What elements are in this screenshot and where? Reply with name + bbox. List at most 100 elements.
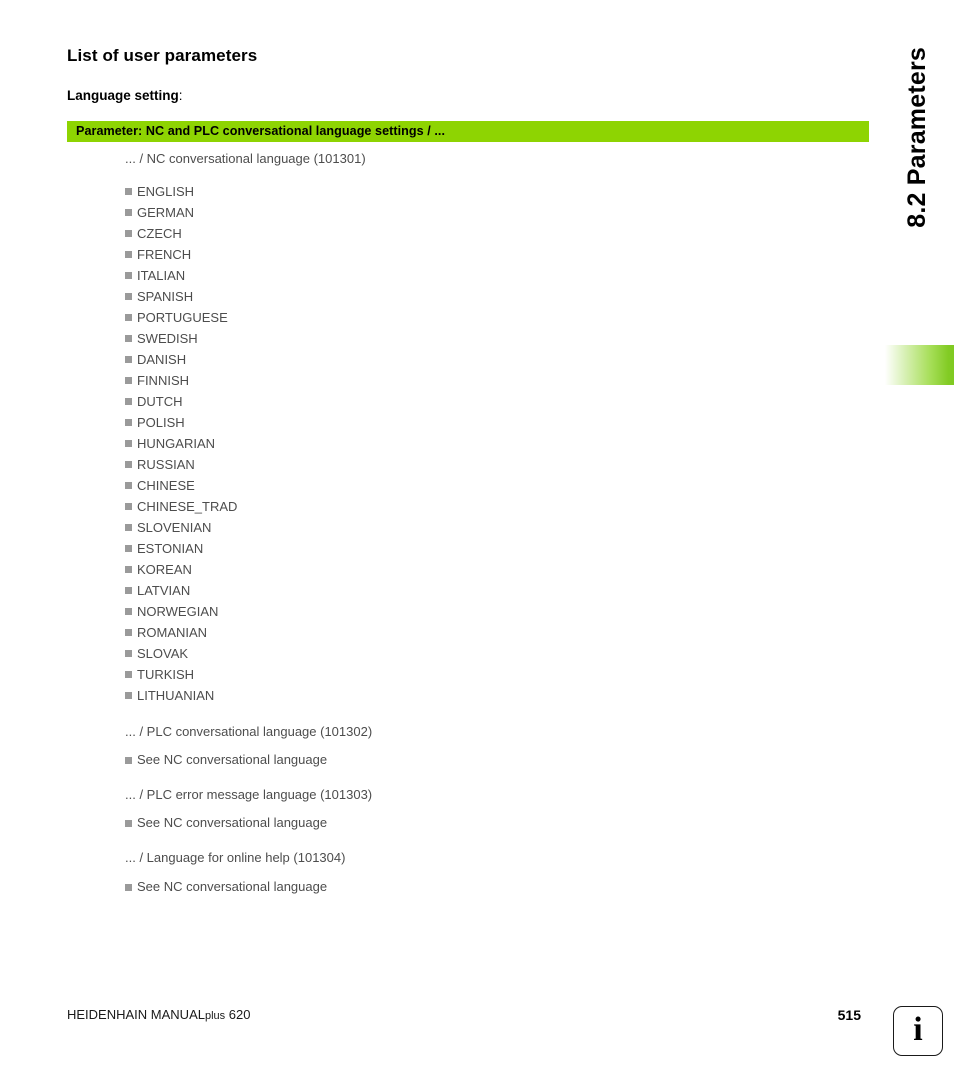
bullet-square-icon <box>125 608 132 616</box>
list-item: CHINESE <box>67 475 869 496</box>
bullet-square-icon <box>125 209 132 217</box>
bullet-square-icon <box>125 314 132 322</box>
language-label: LITHUANIAN <box>137 687 215 703</box>
subsection-heading-text: Language setting <box>67 88 179 104</box>
bullet-square-icon <box>125 482 132 490</box>
bullet-square-icon <box>125 398 132 406</box>
language-label: GERMAN <box>137 204 195 220</box>
bullet-square-icon <box>125 671 132 679</box>
list-item: PORTUGUESE <box>67 307 869 328</box>
product-name: HEIDENHAIN MANUALplus 620 <box>67 1007 250 1022</box>
list-item: TURKISH <box>67 664 869 685</box>
list-item: SLOVENIAN <box>67 517 869 538</box>
nc-language-path: ... / NC conversational language (101301… <box>125 150 366 166</box>
list-item: KOREAN <box>67 559 869 580</box>
page-number: 515 <box>837 1007 861 1023</box>
list-item: FRENCH <box>67 244 869 265</box>
list-item: CZECH <box>67 223 869 244</box>
list-item: LATVIAN <box>67 580 869 601</box>
list-item: DUTCH <box>67 391 869 412</box>
bullet-square-icon <box>125 419 132 427</box>
bullet-square-icon <box>125 188 132 196</box>
info-icon-glyph: i <box>913 1011 923 1048</box>
parameter-banner-text: Parameter: NC and PLC conversational lan… <box>76 124 446 139</box>
sub-parameter-note: See NC conversational language <box>67 814 869 832</box>
language-label: DANISH <box>137 351 187 367</box>
bullet-square-icon <box>125 757 132 765</box>
language-label: TURKISH <box>137 666 195 682</box>
sub-parameter-path: ... / Language for online help (101304) <box>125 850 346 866</box>
product-name-plus: plus <box>204 1010 226 1022</box>
list-item: SWEDISH <box>67 328 869 349</box>
language-label: FINNISH <box>137 372 189 388</box>
list-item: POLISH <box>67 412 869 433</box>
bullet-square-icon <box>125 524 132 532</box>
language-label: SPANISH <box>137 288 194 304</box>
page-title: List of user parameters <box>67 46 258 65</box>
list-item: CHINESE_TRAD <box>67 496 869 517</box>
list-item: ROMANIAN <box>67 622 869 643</box>
bullet-square-icon <box>125 820 132 828</box>
list-item: ESTONIAN <box>67 538 869 559</box>
list-item: SPANISH <box>67 286 869 307</box>
language-label: RUSSIAN <box>137 456 195 472</box>
bullet-square-icon <box>125 629 132 637</box>
sub-parameter-path: ... / PLC conversational language (10130… <box>125 723 373 739</box>
language-label: SLOVAK <box>137 645 189 661</box>
language-label: LATVIAN <box>137 582 191 598</box>
chapter-label: 8.2 Parameters <box>880 47 954 287</box>
language-label: POLISH <box>137 414 185 430</box>
bullet-square-icon <box>125 230 132 238</box>
sub-parameter-note-label: See NC conversational language <box>137 752 328 768</box>
bullet-square-icon <box>125 692 132 700</box>
document-page: 8.2 Parameters List of user parameters L… <box>0 0 954 1091</box>
sub-parameter-block: ... / PLC conversational language (10130… <box>67 724 869 769</box>
page-content: List of user parameters Language setting… <box>67 46 869 896</box>
language-label: DUTCH <box>137 393 183 409</box>
list-item: SLOVAK <box>67 643 869 664</box>
list-item: ENGLISH <box>67 181 869 202</box>
list-item: FINNISH <box>67 370 869 391</box>
language-label: SWEDISH <box>137 330 198 346</box>
language-label: SLOVENIAN <box>137 519 212 535</box>
bullet-square-icon <box>125 293 132 301</box>
subsection-heading-colon: : <box>178 88 183 104</box>
list-item: HUNGARIAN <box>67 433 869 454</box>
subsection-heading: Language setting: <box>67 88 869 104</box>
sub-parameter-block: ... / PLC error message language (101303… <box>67 787 869 832</box>
language-label: CHINESE <box>137 477 195 493</box>
page-footer: HEIDENHAIN MANUALplus 620 515 <box>67 1005 869 1029</box>
language-label: FRENCH <box>137 246 192 262</box>
product-name-prefix: HEIDENHAIN MANUAL <box>67 1007 205 1022</box>
language-label: HUNGARIAN <box>137 435 216 451</box>
bullet-square-icon <box>125 461 132 469</box>
language-label: CHINESE_TRAD <box>137 498 238 514</box>
product-name-suffix: 620 <box>225 1007 251 1022</box>
bullet-square-icon <box>125 251 132 259</box>
sub-parameter-path: ... / PLC error message language (101303… <box>125 787 373 803</box>
language-option-list: ENGLISH GERMAN CZECH FRENCH ITALIAN SPAN… <box>67 181 869 706</box>
bullet-square-icon <box>125 272 132 280</box>
sub-parameter-note-label: See NC conversational language <box>137 815 328 831</box>
language-label: NORWEGIAN <box>137 603 219 619</box>
sub-parameter-note: See NC conversational language <box>67 878 869 896</box>
info-icon: i <box>893 1006 943 1056</box>
bullet-square-icon <box>125 883 132 891</box>
list-item: NORWEGIAN <box>67 601 869 622</box>
language-label: ESTONIAN <box>137 540 204 556</box>
language-label: PORTUGUESE <box>137 309 228 325</box>
bullet-square-icon <box>125 545 132 553</box>
bullet-square-icon <box>125 650 132 658</box>
list-item: LITHUANIAN <box>67 685 869 706</box>
language-label: KOREAN <box>137 561 192 577</box>
bullet-square-icon <box>125 587 132 595</box>
bullet-square-icon <box>125 503 132 511</box>
bullet-square-icon <box>125 566 132 574</box>
list-item: RUSSIAN <box>67 454 869 475</box>
language-label: ROMANIAN <box>137 624 208 640</box>
list-item: DANISH <box>67 349 869 370</box>
bullet-square-icon <box>125 356 132 364</box>
chapter-label-text: 8.2 Parameters <box>902 47 931 228</box>
bullet-square-icon <box>125 335 132 343</box>
bullet-square-icon <box>125 377 132 385</box>
